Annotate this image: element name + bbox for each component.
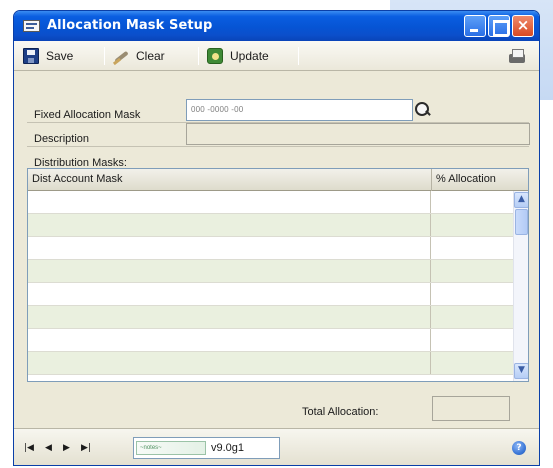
window-title: Allocation Mask Setup bbox=[47, 18, 213, 33]
clear-label: Clear bbox=[136, 49, 165, 63]
table-row[interactable] bbox=[28, 283, 513, 306]
lookup-icon[interactable] bbox=[414, 101, 431, 118]
save-icon bbox=[23, 48, 39, 64]
update-label: Update bbox=[230, 49, 269, 63]
clear-button[interactable]: Clear bbox=[113, 47, 179, 65]
table-row[interactable] bbox=[28, 191, 513, 214]
total-allocation-label: Total Allocation: bbox=[302, 406, 379, 418]
status-bar: |◀ ◀ ▶ ▶| ~notes~ v9.0g1 ? bbox=[14, 428, 539, 465]
grid-header: Dist Account Mask % Allocation bbox=[28, 169, 528, 191]
update-icon bbox=[207, 48, 223, 64]
dist-account-mask-cell[interactable] bbox=[28, 214, 431, 236]
dist-account-mask-cell[interactable] bbox=[28, 306, 431, 328]
first-record-button[interactable]: |◀ bbox=[24, 443, 34, 453]
save-button[interactable]: Save bbox=[23, 47, 93, 65]
scroll-thumb[interactable] bbox=[515, 209, 528, 235]
version-text: v9.0g1 bbox=[211, 442, 245, 454]
dist-account-mask-cell[interactable] bbox=[28, 329, 431, 351]
total-allocation-field bbox=[432, 396, 510, 421]
description-field[interactable] bbox=[186, 123, 530, 145]
dist-account-mask-cell[interactable] bbox=[28, 352, 431, 374]
distribution-masks-grid: Dist Account Mask % Allocation ▲ ▼ bbox=[27, 168, 529, 382]
dist-account-mask-cell[interactable] bbox=[28, 283, 431, 305]
update-button[interactable]: Update bbox=[207, 47, 292, 65]
print-icon[interactable] bbox=[508, 48, 526, 64]
dist-account-mask-cell[interactable] bbox=[28, 191, 431, 213]
table-row[interactable] bbox=[28, 352, 513, 375]
window-icon bbox=[23, 20, 40, 32]
table-row[interactable] bbox=[28, 329, 513, 352]
grid-body bbox=[28, 191, 513, 381]
description-label: Description bbox=[34, 133, 90, 145]
previous-record-button[interactable]: ◀ bbox=[45, 443, 55, 453]
fixed-allocation-mask-value: 000 -0000 -00 bbox=[191, 105, 244, 114]
last-record-button[interactable]: ▶| bbox=[81, 443, 91, 453]
fixed-allocation-mask-input[interactable]: 000 -0000 -00 bbox=[186, 99, 413, 121]
toolbar-separator bbox=[104, 47, 105, 65]
dist-account-mask-cell[interactable] bbox=[28, 260, 431, 282]
allocation-mask-window: Allocation Mask Setup × Save Clear Updat… bbox=[13, 10, 540, 466]
dist-account-mask-cell[interactable] bbox=[28, 237, 431, 259]
scroll-down-button[interactable]: ▼ bbox=[514, 363, 528, 379]
column-divider bbox=[431, 169, 432, 191]
scroll-up-button[interactable]: ▲ bbox=[514, 192, 528, 208]
toolbar-separator bbox=[298, 47, 299, 65]
table-row[interactable] bbox=[28, 237, 513, 260]
note-logo: ~notes~ bbox=[136, 441, 206, 455]
table-row[interactable] bbox=[28, 214, 513, 237]
table-row[interactable] bbox=[28, 306, 513, 329]
minimize-button[interactable] bbox=[464, 15, 486, 37]
help-icon[interactable]: ? bbox=[512, 441, 526, 455]
fixed-allocation-mask-label: Fixed Allocation Mask bbox=[34, 109, 141, 121]
save-label: Save bbox=[46, 49, 74, 63]
grid-scrollbar[interactable]: ▲ ▼ bbox=[513, 191, 528, 381]
column-header-allocation[interactable]: % Allocation bbox=[436, 173, 496, 185]
form-divider bbox=[27, 146, 529, 147]
close-button[interactable]: × bbox=[512, 15, 534, 37]
title-bar[interactable]: Allocation Mask Setup × bbox=[14, 11, 539, 41]
clear-icon bbox=[113, 48, 129, 64]
toolbar: Save Clear Update bbox=[14, 41, 539, 71]
table-row[interactable] bbox=[28, 260, 513, 283]
next-record-button[interactable]: ▶ bbox=[63, 443, 73, 453]
column-header-dist-account-mask[interactable]: Dist Account Mask bbox=[32, 173, 122, 185]
maximize-button[interactable] bbox=[488, 15, 510, 37]
toolbar-separator bbox=[198, 47, 199, 65]
version-note-box[interactable]: ~notes~ v9.0g1 bbox=[133, 437, 280, 459]
